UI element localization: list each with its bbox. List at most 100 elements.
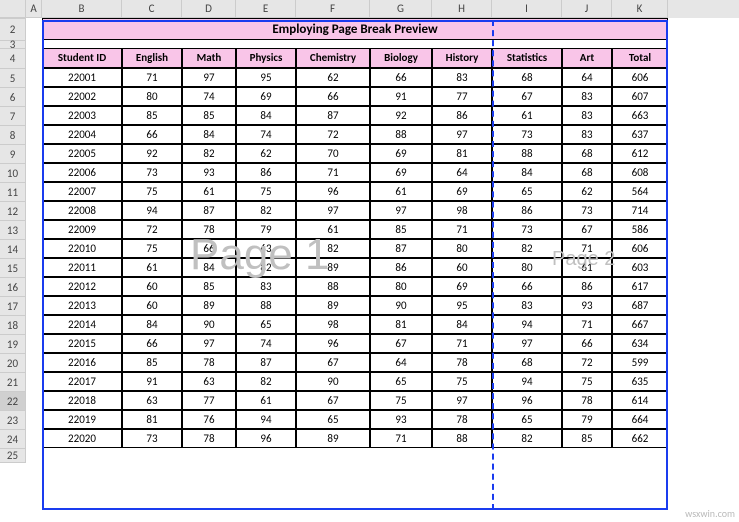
cell[interactable]: 80 <box>122 87 182 106</box>
header-art[interactable]: Art <box>562 48 612 68</box>
cell[interactable]: 635 <box>612 372 668 391</box>
cell[interactable]: 88 <box>296 277 370 296</box>
cell[interactable]: 603 <box>612 258 668 277</box>
header-chemistry[interactable]: Chemistry <box>296 48 370 68</box>
cell[interactable]: 61 <box>122 258 182 277</box>
row-header[interactable]: 7 <box>0 107 26 126</box>
cell[interactable]: 85 <box>122 106 182 125</box>
title-cell[interactable]: Employing Page Break Preview <box>42 18 668 40</box>
cell[interactable]: 66 <box>122 334 182 353</box>
cell[interactable]: 96 <box>236 429 296 448</box>
cell[interactable]: 82 <box>492 429 562 448</box>
cell[interactable]: 67 <box>370 334 432 353</box>
cell[interactable]: 608 <box>612 163 668 182</box>
cell[interactable]: 87 <box>296 106 370 125</box>
cell[interactable]: 97 <box>370 201 432 220</box>
cell[interactable]: 91 <box>122 372 182 391</box>
cell[interactable]: 606 <box>612 68 668 87</box>
cell[interactable]: 67 <box>562 220 612 239</box>
cell[interactable]: 662 <box>612 429 668 448</box>
grid-area[interactable]: Employing Page Break Preview Student ID … <box>26 18 668 448</box>
cell[interactable]: 61 <box>296 220 370 239</box>
cell[interactable]: 69 <box>236 87 296 106</box>
cell[interactable]: 67 <box>296 391 370 410</box>
col-header-f[interactable]: F <box>296 0 370 18</box>
cell[interactable]: 80 <box>432 239 492 258</box>
cell[interactable]: 77 <box>182 391 236 410</box>
cell[interactable]: 22006 <box>42 163 122 182</box>
cell[interactable]: 564 <box>612 182 668 201</box>
cell[interactable]: 687 <box>612 296 668 315</box>
cell[interactable]: 61 <box>236 391 296 410</box>
cell[interactable]: 69 <box>370 163 432 182</box>
cell[interactable]: 97 <box>432 391 492 410</box>
cell[interactable]: 92 <box>370 106 432 125</box>
cell[interactable]: 94 <box>492 372 562 391</box>
cell[interactable]: 22017 <box>42 372 122 391</box>
cell[interactable]: 84 <box>432 315 492 334</box>
row-header[interactable]: 22 <box>0 392 26 411</box>
cell[interactable]: 586 <box>612 220 668 239</box>
row-header[interactable]: 13 <box>0 221 26 240</box>
col-header-d[interactable]: D <box>182 0 236 18</box>
cell[interactable]: 71 <box>562 315 612 334</box>
cell[interactable]: 68 <box>492 68 562 87</box>
header-biology[interactable]: Biology <box>370 48 432 68</box>
col-header-g[interactable]: G <box>370 0 432 18</box>
row-header[interactable]: 11 <box>0 183 26 202</box>
cell[interactable]: 75 <box>562 372 612 391</box>
cell[interactable]: 63 <box>182 372 236 391</box>
row-header[interactable]: 25 <box>0 449 26 463</box>
cell[interactable]: 64 <box>562 68 612 87</box>
cell[interactable]: 66 <box>122 125 182 144</box>
row-header[interactable]: 3 <box>0 41 26 49</box>
cell[interactable]: 89 <box>296 258 370 277</box>
cell[interactable]: 62 <box>562 182 612 201</box>
cell[interactable]: 80 <box>370 277 432 296</box>
cell[interactable]: 22013 <box>42 296 122 315</box>
cell[interactable]: 72 <box>122 220 182 239</box>
cell[interactable]: 86 <box>432 106 492 125</box>
cell[interactable]: 87 <box>370 239 432 258</box>
cell[interactable]: 599 <box>612 353 668 372</box>
cell[interactable]: 64 <box>432 163 492 182</box>
cell[interactable]: 75 <box>236 182 296 201</box>
col-header-j[interactable]: J <box>562 0 612 18</box>
header-physics[interactable]: Physics <box>236 48 296 68</box>
cell[interactable]: 96 <box>296 334 370 353</box>
cell[interactable]: 69 <box>432 277 492 296</box>
cell[interactable]: 637 <box>612 125 668 144</box>
cell[interactable]: 78 <box>182 353 236 372</box>
cell[interactable]: 95 <box>236 68 296 87</box>
cell[interactable]: 22015 <box>42 334 122 353</box>
cell[interactable]: 72 <box>562 353 612 372</box>
cell[interactable]: 83 <box>236 277 296 296</box>
cell[interactable]: 65 <box>492 410 562 429</box>
cell[interactable]: 71 <box>562 239 612 258</box>
cell[interactable]: 74 <box>182 87 236 106</box>
cell[interactable]: 98 <box>432 201 492 220</box>
row-header[interactable]: 16 <box>0 278 26 297</box>
cell[interactable]: 75 <box>122 239 182 258</box>
row-header[interactable]: 17 <box>0 297 26 316</box>
col-header-c[interactable]: C <box>122 0 182 18</box>
cell[interactable]: 82 <box>182 144 236 163</box>
cell[interactable]: 97 <box>182 68 236 87</box>
cell[interactable]: 606 <box>612 239 668 258</box>
cell[interactable]: 67 <box>296 353 370 372</box>
cell[interactable]: 67 <box>492 87 562 106</box>
cell[interactable]: 85 <box>182 106 236 125</box>
row-header[interactable]: 9 <box>0 145 26 164</box>
cell[interactable]: 81 <box>370 315 432 334</box>
cell[interactable]: 75 <box>432 372 492 391</box>
cell[interactable]: 22014 <box>42 315 122 334</box>
cell[interactable]: 91 <box>370 87 432 106</box>
cell[interactable]: 64 <box>370 353 432 372</box>
cell[interactable]: 75 <box>370 391 432 410</box>
cell[interactable]: 83 <box>432 68 492 87</box>
row-header[interactable]: 18 <box>0 316 26 335</box>
cell[interactable]: 73 <box>492 220 562 239</box>
cell[interactable]: 85 <box>370 220 432 239</box>
cell[interactable]: 86 <box>492 201 562 220</box>
cell[interactable]: 82 <box>296 239 370 258</box>
